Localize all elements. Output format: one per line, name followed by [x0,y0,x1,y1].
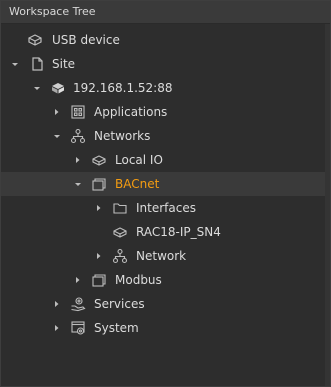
tree-item-label: USB device [52,33,120,47]
tree-item-label: Network [136,249,187,263]
tree-item-usb-device[interactable]: USB device [1,28,326,52]
tree-item-label: System [94,321,139,335]
tree-item-label: RAC18-IP_SN4 [136,225,221,239]
chevron-right-icon[interactable] [93,244,105,268]
chevron-right-icon[interactable] [51,316,63,340]
tree-item-label: 192.168.1.52:88 [73,81,173,95]
tree-item-applications[interactable]: Applications [1,100,326,124]
chevron-right-icon[interactable] [51,100,63,124]
tree-item-label: Modbus [115,273,162,287]
tree-item-label: Services [94,297,145,311]
tree-item-interfaces[interactable]: Interfaces [1,196,326,220]
tree-item-local-io[interactable]: Local IO [1,148,326,172]
usb-device-icon [27,32,43,48]
device-icon [112,224,128,240]
tree-item-label: Site [52,57,76,71]
chevron-right-icon[interactable] [72,268,84,292]
folder-icon [112,200,128,216]
workspace-tree-panel: Workspace Tree USB device Site 192.168.1… [0,0,331,387]
protocol-module-icon [91,176,107,192]
tree-item-label: Networks [94,129,151,143]
tree-item-network[interactable]: Network [1,244,326,268]
panel-header: Workspace Tree [1,1,330,24]
chevron-down-icon[interactable] [9,52,21,76]
chevron-right-icon[interactable] [51,292,63,316]
services-icon [70,296,86,312]
protocol-module-icon [91,272,107,288]
tree-item-label: Local IO [115,153,163,167]
chevron-right-icon[interactable] [93,196,105,220]
tree-item-system[interactable]: System [1,316,326,340]
tree-item-modbus[interactable]: Modbus [1,268,326,292]
tree-item-rac18[interactable]: RAC18-IP_SN4 [1,220,326,244]
chevron-down-icon[interactable] [72,172,84,196]
chevron-right-icon[interactable] [72,148,84,172]
io-module-icon [91,152,107,168]
chevron-down-icon[interactable] [31,76,43,100]
tree-item-label: Interfaces [136,201,196,215]
tree-item-bacnet[interactable]: BACnet [1,172,326,196]
system-settings-icon [70,320,86,336]
applications-icon [70,104,86,120]
tree-item-label: Applications [94,105,168,119]
chevron-down-icon[interactable] [51,124,63,148]
tree-item-networks[interactable]: Networks [1,124,326,148]
network-topology-icon [112,248,128,264]
controller-device-icon [50,80,66,96]
vertical-scrollbar[interactable] [325,24,330,386]
panel-title: Workspace Tree [9,5,96,18]
tree-item-label: BACnet [115,177,160,191]
document-icon [29,56,45,72]
network-topology-icon [70,128,86,144]
tree-item-ip-device[interactable]: 192.168.1.52:88 [1,76,326,100]
tree-item-site[interactable]: Site [1,52,326,76]
tree-item-services[interactable]: Services [1,292,326,316]
